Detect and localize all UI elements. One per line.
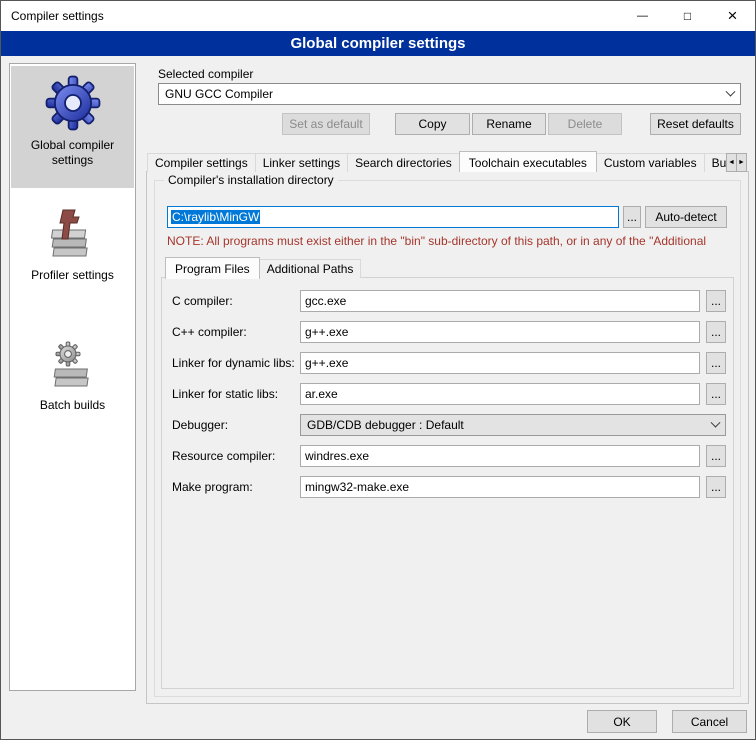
cpp-compiler-label: C++ compiler: — [172, 321, 247, 343]
static-linker-browse-button[interactable]: ... — [706, 383, 726, 405]
sidebar-item-batch-builds[interactable]: Batch builds — [11, 328, 134, 424]
reset-defaults-button[interactable]: Reset defaults — [650, 113, 741, 135]
ok-button[interactable]: OK — [587, 710, 657, 733]
blue-gear-icon — [42, 74, 104, 132]
tab-search-directories[interactable]: Search directories — [347, 153, 460, 172]
compiler-select[interactable]: GNU GCC Compiler — [158, 83, 741, 105]
installation-directory-group: Compiler's installation directory C:\ray… — [154, 180, 741, 697]
cancel-button[interactable]: Cancel — [672, 710, 747, 733]
sidebar: Global compiler settings Profiler settin… — [9, 63, 136, 691]
c-compiler-label: C compiler: — [172, 290, 233, 312]
maximize-icon: □ — [684, 9, 691, 23]
profiler-icon — [44, 206, 102, 262]
tab-linker-settings[interactable]: Linker settings — [255, 153, 348, 172]
field-row: Make program: ... — [162, 476, 733, 498]
sidebar-item-global-compiler-settings[interactable]: Global compiler settings — [11, 66, 134, 188]
chevron-down-icon — [711, 417, 721, 427]
make-program-browse-button[interactable]: ... — [706, 476, 726, 498]
tab-program-files[interactable]: Program Files — [165, 257, 260, 279]
maximize-button[interactable]: □ — [665, 1, 710, 31]
field-row: Resource compiler: ... — [162, 445, 733, 467]
static-linker-input[interactable] — [300, 383, 700, 405]
tab-toolchain-executables[interactable]: Toolchain executables — [459, 151, 597, 172]
cpp-compiler-input[interactable] — [300, 321, 700, 343]
debugger-select-value: GDB/CDB debugger : Default — [307, 418, 464, 432]
field-row: C++ compiler: ... — [162, 321, 733, 343]
close-icon: × — [728, 6, 738, 26]
sidebar-item-profiler-settings[interactable]: Profiler settings — [11, 198, 134, 300]
make-program-label: Make program: — [172, 476, 253, 498]
installation-directory-selected-text: C:\raylib\MinGW — [171, 210, 260, 224]
copy-button[interactable]: Copy — [395, 113, 470, 135]
set-as-default-button: Set as default — [282, 113, 370, 135]
field-row: Debugger: GDB/CDB debugger : Default — [162, 414, 733, 436]
resource-compiler-browse-button[interactable]: ... — [706, 445, 726, 467]
title-bar: Compiler settings — □ × — [1, 1, 755, 31]
tab-compiler-settings[interactable]: Compiler settings — [147, 153, 256, 172]
note-text: NOTE: All programs must exist either in … — [167, 234, 733, 248]
sidebar-item-label: Batch builds — [36, 398, 109, 413]
tab-scroll-controls: ◄ ► — [727, 153, 747, 172]
program-files-panel: C compiler: ... C++ compiler: ... Linker… — [161, 277, 734, 689]
delete-button: Delete — [548, 113, 622, 135]
debugger-label: Debugger: — [172, 414, 228, 436]
dynamic-linker-browse-button[interactable]: ... — [706, 352, 726, 374]
resource-compiler-label: Resource compiler: — [172, 445, 275, 467]
tab-build-options[interactable]: Buil — [704, 153, 727, 172]
make-program-input[interactable] — [300, 476, 700, 498]
installation-directory-group-title: Compiler's installation directory — [164, 173, 338, 187]
close-button[interactable]: × — [710, 1, 755, 31]
field-row: Linker for static libs: ... — [162, 383, 733, 405]
compiler-select-value: GNU GCC Compiler — [165, 87, 273, 101]
program-files-tab-bar: Program Files Additional Paths — [165, 257, 360, 278]
window-controls: — □ × — [620, 1, 755, 31]
field-row: Linker for dynamic libs: ... — [162, 352, 733, 374]
window-title: Compiler settings — [11, 9, 104, 23]
tab-scroll-right-button[interactable]: ► — [736, 153, 747, 172]
banner: Global compiler settings — [1, 31, 755, 56]
c-compiler-input[interactable] — [300, 290, 700, 312]
arrow-right-icon: ► — [738, 159, 745, 166]
tab-custom-variables[interactable]: Custom variables — [596, 153, 705, 172]
static-linker-label: Linker for static libs: — [172, 383, 278, 405]
c-compiler-browse-button[interactable]: ... — [706, 290, 726, 312]
installation-directory-browse-button[interactable]: ... — [623, 206, 641, 228]
compiler-settings-dialog: Compiler settings — □ × Global compiler … — [0, 0, 756, 740]
installation-directory-input[interactable]: C:\raylib\MinGW — [167, 206, 619, 228]
chevron-down-icon — [726, 86, 736, 96]
rename-button[interactable]: Rename — [472, 113, 546, 135]
sidebar-item-label: Profiler settings — [27, 268, 118, 283]
sidebar-item-label: Global compiler settings — [11, 138, 134, 168]
tab-additional-paths[interactable]: Additional Paths — [259, 259, 362, 278]
minimize-button[interactable]: — — [620, 1, 665, 31]
arrow-left-icon: ◄ — [728, 159, 735, 166]
auto-detect-button[interactable]: Auto-detect — [645, 206, 727, 228]
resource-compiler-input[interactable] — [300, 445, 700, 467]
dynamic-linker-input[interactable] — [300, 352, 700, 374]
selected-compiler-label: Selected compiler — [158, 67, 253, 81]
minimize-icon: — — [637, 10, 648, 22]
field-row: C compiler: ... — [162, 290, 733, 312]
settings-tab-bar: Compiler settings Linker settings Search… — [147, 150, 727, 172]
dynamic-linker-label: Linker for dynamic libs: — [172, 352, 295, 374]
cpp-compiler-browse-button[interactable]: ... — [706, 321, 726, 343]
batch-builds-icon — [44, 336, 102, 392]
debugger-select[interactable]: GDB/CDB debugger : Default — [300, 414, 726, 436]
